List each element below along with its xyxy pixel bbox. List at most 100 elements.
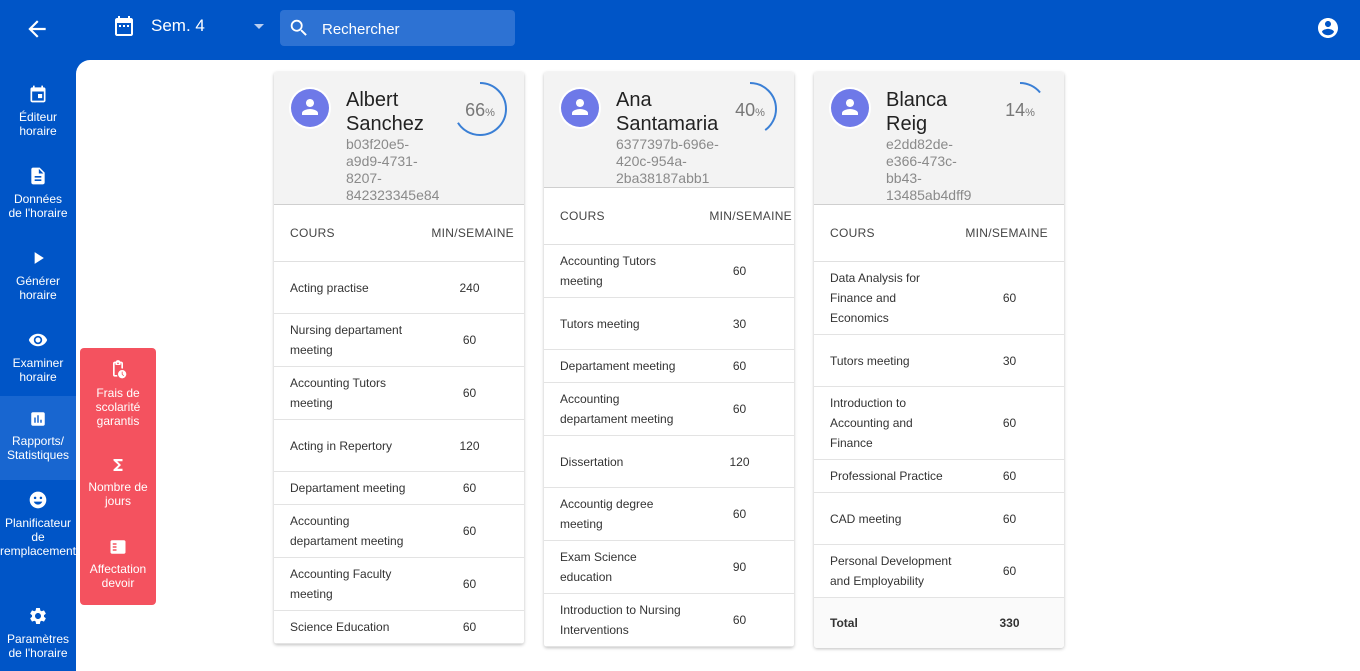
teacher-id-line: b03f20e5-	[346, 136, 410, 152]
search-box[interactable]	[280, 10, 515, 46]
course-minutes: 120	[685, 435, 794, 488]
workload-progress: 14%	[991, 80, 1049, 138]
table-row: Accounting Tutors meeting 60	[544, 244, 794, 298]
submenu-item-homework-assignment[interactable]: Affectation devoir	[80, 538, 156, 590]
calendar-icon	[30, 85, 46, 103]
sidebar-item-label: horaire	[19, 370, 57, 384]
progress-symbol: %	[485, 107, 495, 119]
progress-symbol: %	[755, 107, 765, 119]
workload-progress: 66%	[451, 80, 509, 138]
submenu-item-number-of-days[interactable]: Nombre de jours	[80, 456, 156, 508]
total-value: 330	[955, 597, 1064, 648]
course-name: Acting practise	[274, 261, 415, 314]
column-header-course[interactable]: COURS	[544, 188, 685, 245]
chevron-down-icon[interactable]	[252, 16, 266, 36]
submenu-item-guaranteed-tuition[interactable]: Frais de scolarité garantis	[80, 360, 156, 428]
search-input[interactable]	[320, 16, 509, 42]
course-minutes: 60	[955, 261, 1064, 335]
table-row: Introduction to Accounting and Finance 60	[814, 386, 1064, 460]
calendar-icon[interactable]	[112, 14, 136, 38]
course-name: Nursing departament meeting	[274, 313, 415, 367]
course-minutes: 60	[685, 593, 794, 647]
course-name: Accounting Tutors meeting	[274, 366, 415, 420]
teacher-id: b03f20e5- a9d9-4731- 8207- 842323345e84	[346, 136, 439, 204]
course-name: Data Analysis for Finance and Economics	[814, 261, 955, 335]
course-minutes: 60	[685, 382, 794, 436]
table-row: Departament meeting 60	[274, 471, 524, 505]
table-row: CAD meeting 60	[814, 492, 1064, 545]
course-name: Introduction to Nursing Interventions	[544, 593, 685, 647]
sidebar-item-label: Planificateur	[4, 516, 72, 530]
sidebar-item-label: Éditeur	[18, 110, 58, 124]
submenu-item-label: devoir	[101, 576, 135, 590]
teacher-id-line: 2ba38187abb1	[616, 170, 710, 186]
progress-number: 66	[465, 100, 486, 120]
course-minutes: 90	[685, 540, 794, 594]
course-name: Accounting Tutors meeting	[544, 244, 685, 298]
progress-symbol: %	[1025, 107, 1035, 119]
table-row: Professional Practice 60	[814, 459, 1064, 493]
submenu-item-label: Nombre de	[88, 480, 148, 494]
avatar	[291, 89, 329, 127]
course-name: Tutors meeting	[544, 297, 685, 350]
teacher-id-line: 842323345e84	[346, 187, 440, 203]
course-minutes: 60	[415, 366, 524, 420]
teacher-card[interactable]: Albert Sanchez b03f20e5- a9d9-4731- 8207…	[274, 72, 524, 644]
course-minutes: 60	[955, 492, 1064, 545]
course-minutes: 60	[415, 504, 524, 558]
course-name: Departament meeting	[544, 349, 685, 383]
reports-submenu: Frais de scolarité garantis Nombre de jo…	[80, 348, 156, 605]
sidebar-item-schedule-data[interactable]: Données de l'horaire	[0, 166, 76, 220]
course-minutes: 240	[415, 261, 524, 314]
course-name: Accounting departament meeting	[274, 504, 415, 558]
teacher-last-name: Sanchez	[346, 113, 424, 135]
account-circle-icon[interactable]	[1316, 16, 1340, 40]
course-name: Tutors meeting	[814, 334, 955, 387]
table-row: Acting in Repertory 120	[274, 419, 524, 472]
column-header-course[interactable]: COURS	[274, 205, 415, 262]
column-header-minutes[interactable]: MIN/SEMAINE	[685, 188, 794, 245]
sidebar-item-label: Données	[13, 192, 63, 206]
chart-icon	[31, 412, 45, 426]
column-header-minutes[interactable]: MIN/SEMAINE	[955, 205, 1064, 262]
sidebar-item-substitute-planner[interactable]: Planificateur de remplacement	[0, 490, 76, 558]
course-name: Introduction to Accounting and Finance	[814, 386, 955, 460]
teacher-id: e2dd82de- e366-473c- bb43- 13485ab4dff9	[886, 136, 971, 204]
course-minutes: 30	[955, 334, 1064, 387]
teacher-name: Blanca Reig	[886, 88, 947, 136]
sidebar-item-schedule-editor[interactable]: Éditeur horaire	[0, 84, 76, 138]
course-name: Science Education	[274, 610, 415, 644]
table-row: Nursing departament meeting 60	[274, 313, 524, 367]
teacher-card-header: Albert Sanchez b03f20e5- a9d9-4731- 8207…	[274, 72, 524, 205]
back-arrow-icon[interactable]	[24, 16, 50, 42]
total-label: Total	[814, 597, 955, 648]
teacher-card[interactable]: Blanca Reig e2dd82de- e366-473c- bb43- 1…	[814, 72, 1064, 648]
sidebar-item-schedule-settings[interactable]: Paramètres de l'horaire	[0, 606, 76, 660]
progress-value: 40%	[721, 100, 779, 121]
table-row: Accounting Faculty meeting 60	[274, 557, 524, 611]
teacher-id-line: 420c-954a-	[616, 153, 687, 169]
sidebar-item-reports[interactable]: Rapports/ Statistiques	[0, 396, 76, 480]
table-row: Science Education 60	[274, 610, 524, 644]
course-name: Accounting Faculty meeting	[274, 557, 415, 611]
sidebar: Éditeur horaire Données de l'horaire Gén…	[0, 60, 76, 671]
submenu-item-label: Affectation	[89, 562, 147, 576]
semester-select[interactable]: Sem. 4	[151, 16, 205, 36]
table-row: Accounting departament meeting 60	[274, 504, 524, 558]
progress-value: 66%	[451, 100, 509, 121]
sidebar-item-label: de	[31, 530, 45, 544]
column-header-minutes[interactable]: MIN/SEMAINE	[415, 205, 524, 262]
course-minutes: 60	[415, 557, 524, 611]
search-icon	[290, 19, 307, 36]
table-row: Tutors meeting 30	[544, 297, 794, 350]
column-header-course[interactable]: COURS	[814, 205, 955, 262]
table-row: Data Analysis for Finance and Economics 6…	[814, 261, 1064, 335]
table-row: Accountig degree meeting 60	[544, 487, 794, 541]
sidebar-item-review-schedule[interactable]: Examiner horaire	[0, 330, 76, 384]
table-row: Tutors meeting 30	[814, 334, 1064, 387]
sidebar-item-generate-schedule[interactable]: Générer horaire	[0, 248, 76, 302]
table-header-row: COURS MIN/SEMAINE	[274, 205, 524, 262]
table-row: Accounting departament meeting 60	[544, 382, 794, 436]
teacher-card[interactable]: Ana Santamaria 6377397b-696e- 420c-954a-…	[544, 72, 794, 647]
sidebar-item-label: horaire	[19, 288, 57, 302]
